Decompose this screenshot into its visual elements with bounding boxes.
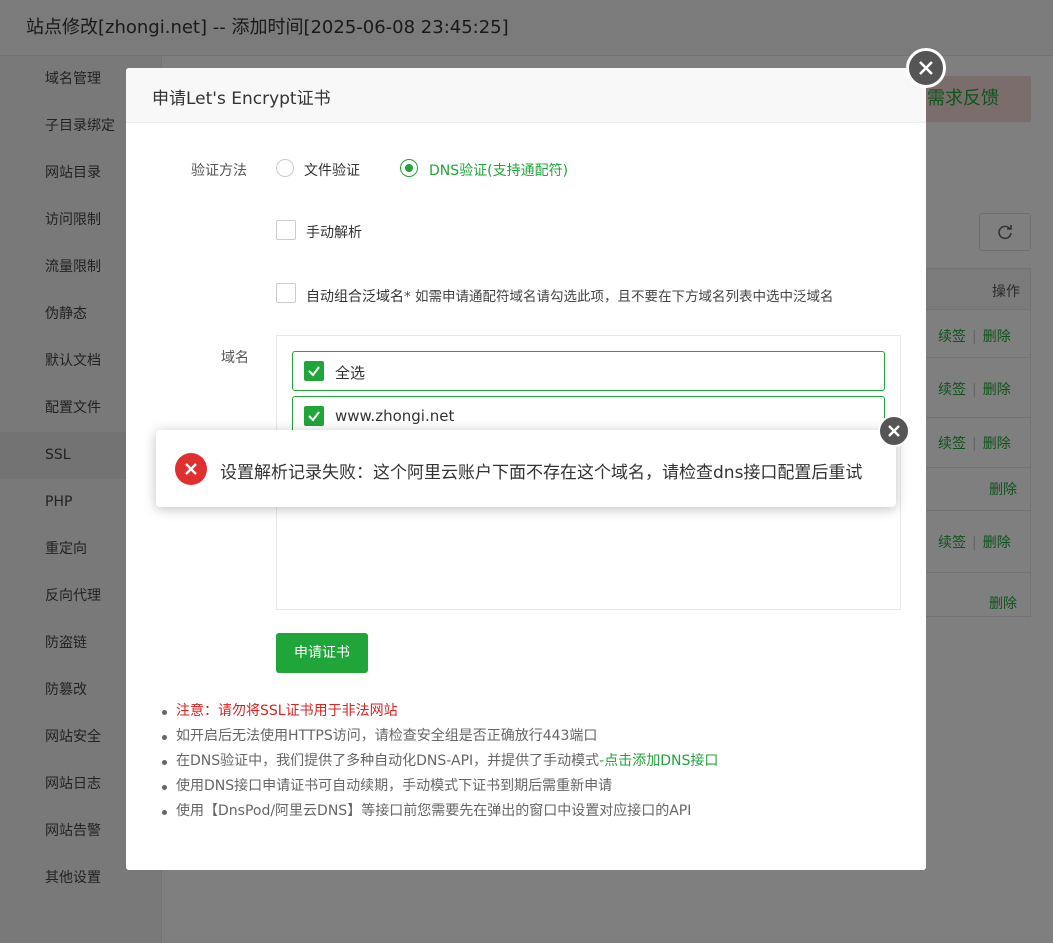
modal-close-button[interactable] (906, 48, 946, 88)
domain-label: 域名 (221, 350, 249, 366)
error-icon (175, 453, 207, 485)
auto-wildcard-label: 自动组合泛域名* 如需申请通配符域名请勾选此项，且不要在下方域名列表中选中泛域名 (306, 285, 834, 306)
notes-list: 注意：请勿将SSL证书用于非法网站 如开启后无法使用HTTPS访问，请检查安全组… (162, 699, 902, 824)
radio-dns-verify[interactable] (400, 159, 418, 177)
note-item: 在DNS验证中，我们提供了多种自动化DNS-API，并提供了手动模式-点击添加D… (162, 749, 902, 774)
check-icon (308, 411, 320, 422)
manual-resolve-checkbox[interactable] (276, 220, 296, 240)
domain-checkbox[interactable] (304, 406, 324, 426)
verify-method-label: 验证方法 (191, 163, 247, 179)
check-icon (308, 366, 320, 377)
radio-file-verify-label[interactable]: 文件验证 (304, 160, 360, 180)
close-icon (919, 61, 933, 75)
note-item: 使用【DnsPod/阿里云DNS】等接口前您需要先在弹出的窗口中设置对应接口的A… (162, 799, 902, 824)
toast-close-button[interactable] (878, 415, 910, 447)
modal-title: 申请Let's Encrypt证书 (152, 89, 331, 109)
error-toast: 设置解析记录失败：这个阿里云账户下面不存在这个域名，请检查dns接口配置后重试 (156, 430, 896, 507)
select-all-checkbox[interactable] (304, 361, 324, 381)
radio-file-verify[interactable] (276, 159, 294, 177)
domain-item-label: 全选 (335, 364, 366, 382)
auto-wildcard-hint: * 如需申请通配符域名请勾选此项，且不要在下方域名列表中选中泛域名 (404, 289, 834, 305)
domain-item-label: www.zhongi.net (335, 407, 455, 425)
note-text: 在DNS验证中，我们提供了多种自动化DNS-API，并提供了手动模式 (176, 753, 600, 769)
toast-message: 设置解析记录失败：这个阿里云账户下面不存在这个域名，请检查dns接口配置后重试 (220, 463, 863, 483)
auto-wildcard-checkbox[interactable] (276, 283, 296, 303)
modal-header: 申请Let's Encrypt证书 (126, 68, 926, 123)
close-icon (888, 425, 900, 437)
add-dns-api-link[interactable]: -点击添加DNS接口 (599, 753, 718, 769)
auto-wildcard-title[interactable]: 自动组合泛域名 (306, 289, 404, 305)
apply-certificate-button[interactable]: 申请证书 (276, 633, 368, 673)
note-item: 注意：请勿将SSL证书用于非法网站 (162, 699, 902, 724)
radio-dns-verify-label[interactable]: DNS验证(支持通配符) (429, 160, 568, 180)
manual-resolve-label[interactable]: 手动解析 (306, 222, 362, 242)
domain-item-select-all[interactable]: 全选 (292, 351, 885, 391)
note-item: 如开启后无法使用HTTPS访问，请检查安全组是否正确放行443端口 (162, 724, 902, 749)
note-item: 使用DNS接口申请证书可自动续期，手动模式下证书到期后需重新申请 (162, 774, 902, 799)
